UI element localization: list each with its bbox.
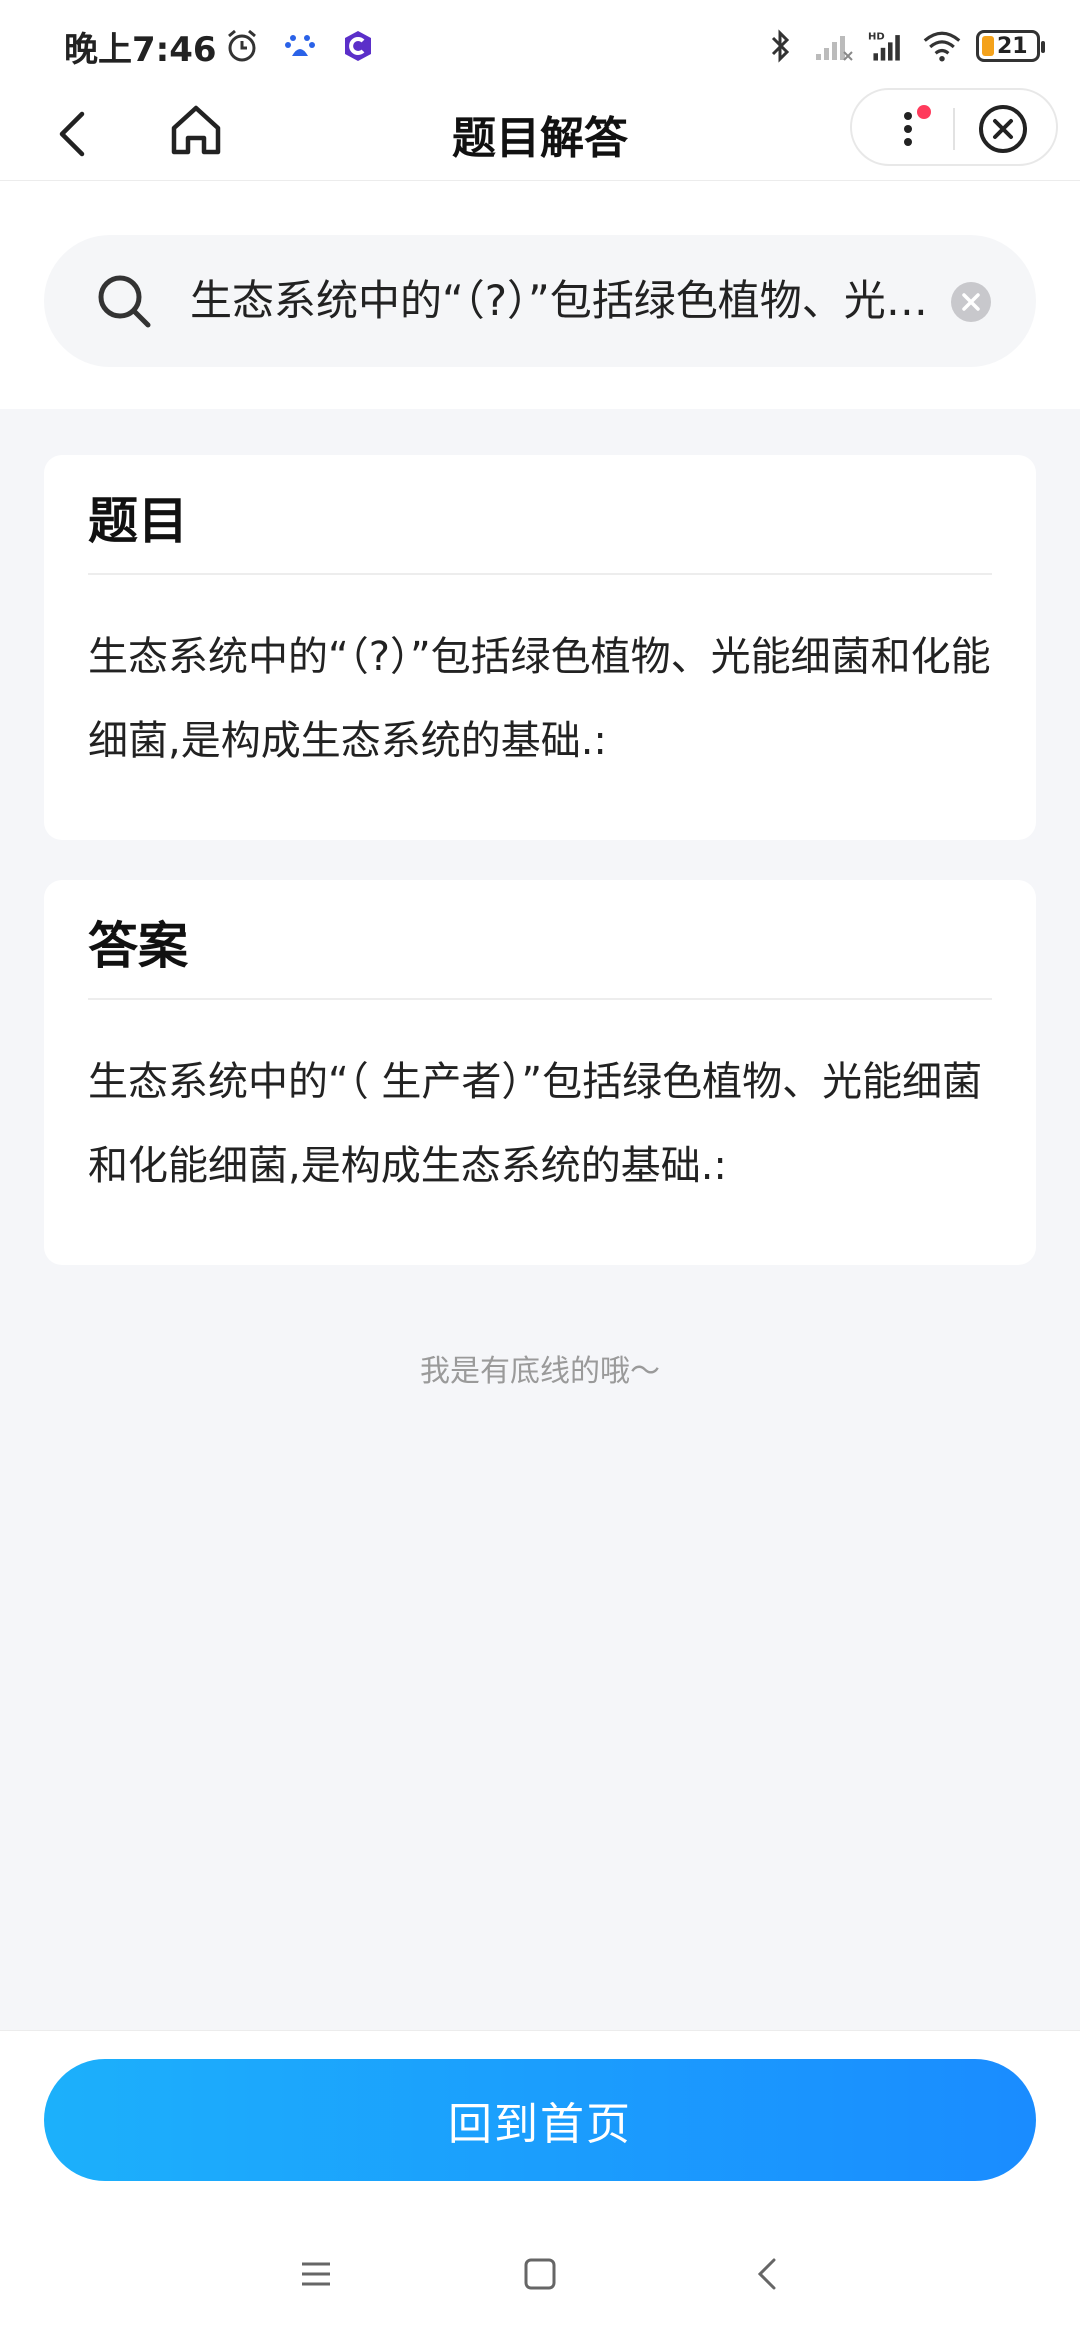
question-text: 生态系统中的“（?）”包括绿色植物、光能细菌和化能细菌,是构成生态系统的基础.: [88,634,991,764]
status-right-icons: HD 21 [760,26,1045,66]
bluetooth-icon [760,26,800,66]
capsule-divider [953,108,955,150]
end-of-list-note: 我是有底线的哦～ [420,1354,660,1389]
mini-program-capsule [850,88,1058,166]
divider [88,573,992,575]
status-time: 晚上7:46 [64,30,217,70]
baidu-icon [280,26,320,66]
search-area: 生态系统中的“（?）”包括绿色植物、光能细菌和化能细菌,是构成生态系统的基础.: [0,181,1080,409]
status-bar: 晚上7:46 HD 21 [0,0,1080,88]
svg-text:HD: HD [868,32,885,43]
system-nav-bar [0,2210,1080,2340]
wifi-icon [922,26,962,66]
question-heading: 题目 [88,492,188,550]
triangle-back-icon[interactable] [748,2254,788,2294]
app-c-icon [338,26,378,66]
menu-icon[interactable] [296,2254,336,2294]
divider [88,998,992,1000]
battery-fill [982,36,994,56]
search-input[interactable]: 生态系统中的“（?）”包括绿色植物、光能细菌和化能细菌,是构成生态系统的基础.: [44,235,1036,367]
nav-bar: 题目解答 [0,88,1080,181]
battery-icon: 21 [976,30,1045,62]
close-button[interactable] [976,102,1030,156]
answer-heading: 答案 [88,917,188,975]
battery-level: 21 [997,33,1028,59]
hd-signal-icon: HD [868,26,908,66]
search-value: 生态系统中的“（?）”包括绿色植物、光能细菌和化能细菌,是构成生态系统的基础.: [190,276,930,325]
alarm-icon [222,26,262,66]
square-home-icon[interactable] [520,2254,560,2294]
question-card: 题目 生态系统中的“（?）”包括绿色植物、光能细菌和化能细菌,是构成生态系统的基… [44,455,1036,840]
bottom-bar: 回到首页 [0,2030,1080,2211]
search-icon [98,275,151,328]
clear-icon[interactable] [950,281,992,323]
back-to-home-button[interactable]: 回到首页 [44,2059,1036,2181]
close-circle-icon [979,105,1027,153]
signal-empty-icon [814,26,854,66]
more-button[interactable] [888,102,938,156]
status-left-icons [222,26,378,66]
answer-card: 答案 生态系统中的“（ 生产者）”包括绿色植物、光能细菌和化能细菌,是构成生态系… [44,880,1036,1265]
answer-text: 生态系统中的“（ 生产者）”包括绿色植物、光能细菌和化能细菌,是构成生态系统的基… [88,1059,983,1189]
more-icon [904,105,931,146]
